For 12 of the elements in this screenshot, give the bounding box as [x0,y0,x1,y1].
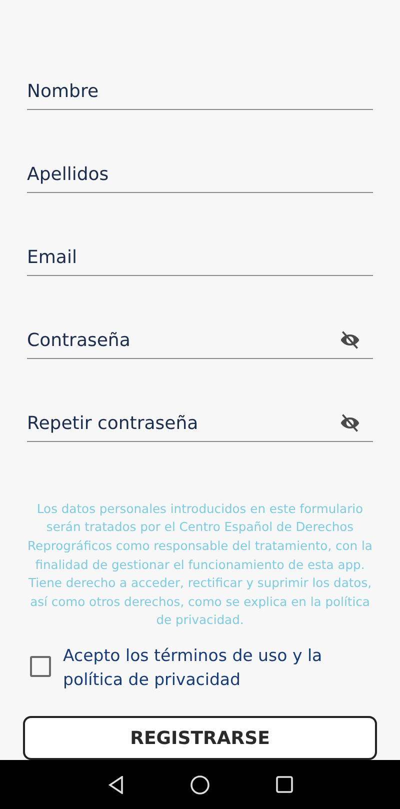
input-field[interactable]: Contraseña [27,325,337,355]
input-field[interactable]: Nombre [27,76,373,106]
input-field[interactable]: Repetir contraseña [27,408,337,438]
register-button[interactable]: REGISTRARSE [23,716,377,760]
input-field[interactable]: Apellidos [27,159,373,189]
recents-icon[interactable] [276,776,292,793]
privacy-notice: Los datos personales introducidos en este formulario serán tratados por el Centro Español de Derechos Reprográficos como responsable del tratamiento, con la finalidad de gestionar el funcionamiento de esta app. Tiene derecho a acceder, rectificar y suprimir los datos, así como otros derechos, como se explica en la política de privacidad. [26,500,374,630]
input-field[interactable]: Email [27,242,373,272]
home-icon[interactable] [190,774,210,794]
terms-label: Acepto los términos de uso y la política de privacidad [63,645,324,691]
back-icon[interactable] [108,776,124,794]
terms-checkbox[interactable] [30,656,51,677]
